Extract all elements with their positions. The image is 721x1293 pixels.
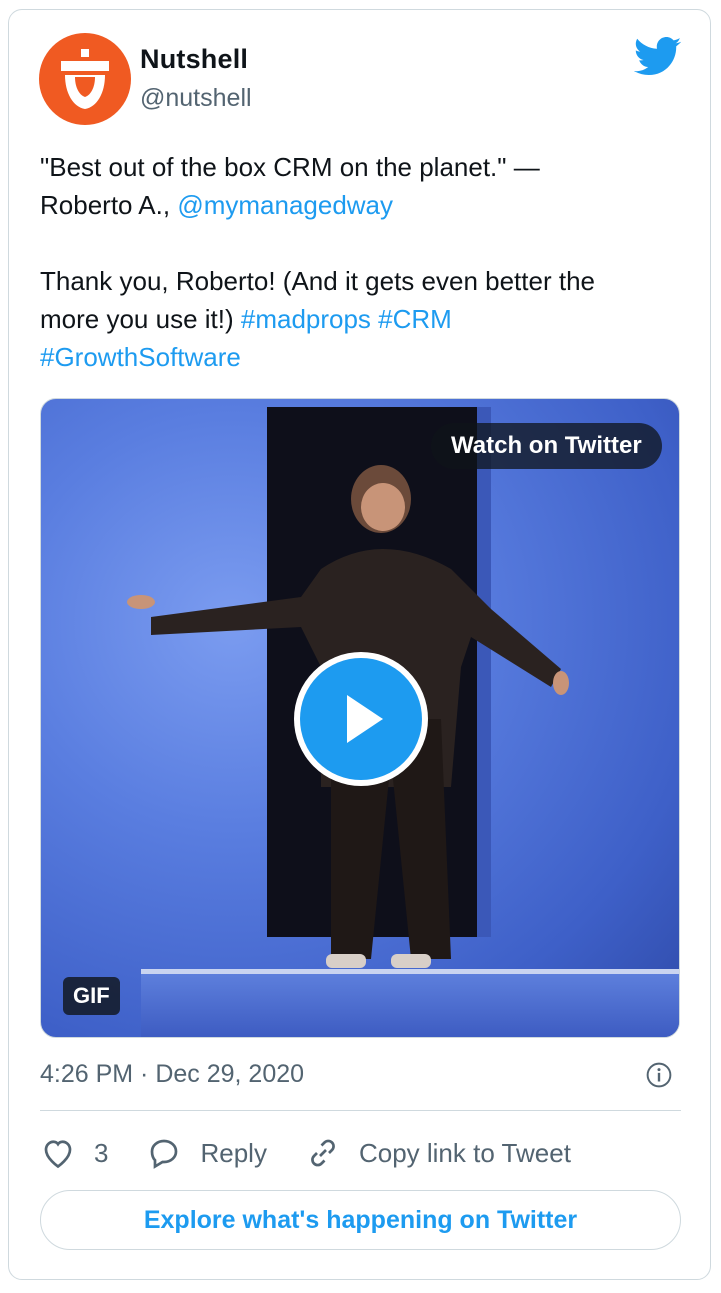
copy-link-button[interactable]: Copy link to Tweet [305, 1135, 571, 1171]
author-handle[interactable]: @nutshell [140, 84, 252, 113]
play-button[interactable] [294, 652, 428, 786]
tweet-line: Thank you, Roberto! (And it gets even be… [40, 266, 595, 296]
stage-floor [141, 974, 679, 1037]
link-icon [311, 1139, 335, 1167]
gif-media[interactable]: Watch on Twitter GIF [40, 398, 680, 1038]
mention-link[interactable]: @mymanagedway [177, 190, 393, 220]
watch-on-twitter-button[interactable]: Watch on Twitter [431, 423, 662, 469]
info-icon[interactable] [646, 1062, 672, 1088]
play-icon [347, 695, 383, 743]
reply-icon [151, 1139, 178, 1169]
tweet-text: "Best out of the box CRM on the planet."… [40, 148, 680, 376]
tweet-line: more you use it!) [40, 304, 241, 334]
like-count: 3 [94, 1137, 109, 1168]
gif-badge: GIF [63, 977, 120, 1015]
hashtag-link[interactable]: #GrowthSoftware [40, 342, 241, 372]
twitter-bird-icon[interactable] [634, 37, 682, 77]
tweet-line: Roberto A., [40, 190, 178, 220]
reply-label: Reply [200, 1137, 267, 1168]
heart-icon [44, 1140, 72, 1169]
tweet-timestamp[interactable]: 4:26 PM · Dec 29, 2020 [40, 1060, 304, 1089]
hashtag-link[interactable]: #CRM [378, 304, 452, 334]
divider [40, 1110, 681, 1111]
acorn-logo-icon [61, 49, 109, 109]
tweet-actions: 3 Reply Copy link to Tweet [40, 1130, 609, 1176]
avatar[interactable] [39, 33, 131, 125]
author-name[interactable]: Nutshell [140, 44, 248, 75]
hashtag-link[interactable]: #madprops [241, 304, 371, 334]
like-button[interactable]: 3 [40, 1135, 108, 1171]
copy-link-label: Copy link to Tweet [358, 1137, 571, 1168]
explore-button[interactable]: Explore what's happening on Twitter [40, 1190, 681, 1250]
tweet-line: "Best out of the box CRM on the planet."… [40, 152, 540, 182]
reply-button[interactable]: Reply [146, 1135, 267, 1171]
